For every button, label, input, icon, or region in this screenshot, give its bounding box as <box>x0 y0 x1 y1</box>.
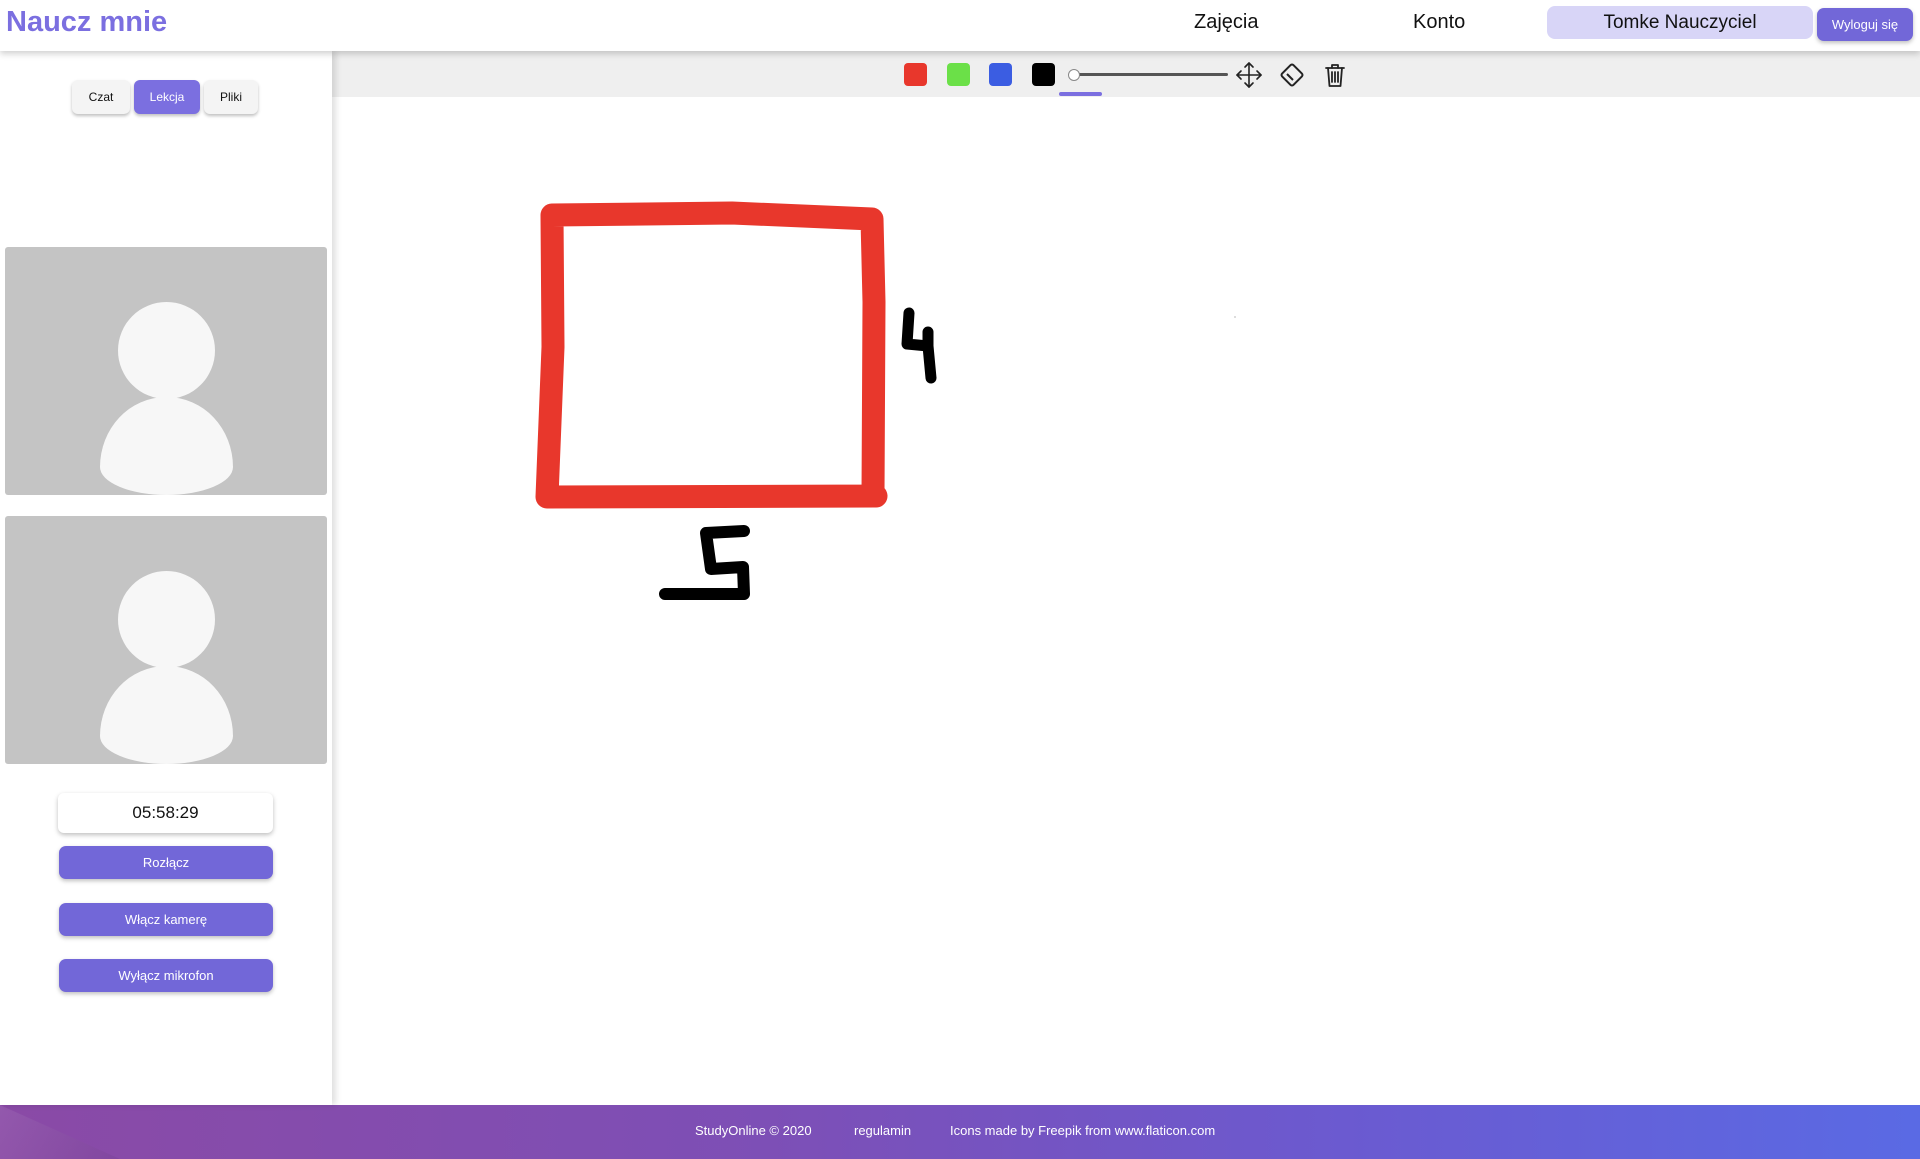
drawn-rectangle-stroke <box>535 201 888 509</box>
drawn-digit-five <box>659 525 750 600</box>
whiteboard-drawing <box>535 201 1236 600</box>
whiteboard-canvas[interactable] <box>332 97 1920 1105</box>
avatar-body-shape <box>100 397 233 495</box>
video-feed-remote <box>5 247 327 495</box>
sidebar-tabs: Czat Lekcja Pliki <box>72 80 258 114</box>
nav-konto-link[interactable]: Konto <box>1413 11 1465 34</box>
selected-color-indicator <box>1059 92 1102 96</box>
footer-attribution: Icons made by Freepik from www.flaticon.… <box>950 1123 1216 1138</box>
drawn-digit-four <box>901 307 937 384</box>
mic-toggle-button[interactable]: Wyłącz mikrofon <box>59 959 273 992</box>
canvas-dot <box>1234 316 1236 318</box>
avatar-placeholder-icon <box>118 571 215 668</box>
avatar-body-shape <box>100 666 233 764</box>
user-name-badge: Tomke Nauczyciel <box>1547 6 1813 39</box>
top-header: Naucz mnie Zajęcia Konto Tomke Nauczycie… <box>0 0 1920 51</box>
app-logo[interactable]: Naucz mnie <box>6 6 167 39</box>
color-swatch-red[interactable] <box>904 63 927 86</box>
color-swatch-blue[interactable] <box>989 63 1012 86</box>
logout-button[interactable]: Wyloguj się <box>1817 8 1913 41</box>
video-feed-local <box>5 516 327 764</box>
avatar-placeholder-icon <box>118 302 215 399</box>
eraser-icon[interactable] <box>1278 61 1306 89</box>
sidebar: Czat Lekcja Pliki 05:58:29 Rozłącz Włącz… <box>0 51 332 1105</box>
footer-terms-link[interactable]: regulamin <box>854 1123 911 1138</box>
move-icon[interactable] <box>1235 61 1263 89</box>
footer-decoration <box>0 1105 120 1159</box>
disconnect-button[interactable]: Rozłącz <box>59 846 273 879</box>
tab-czat[interactable]: Czat <box>72 80 130 114</box>
tab-pliki[interactable]: Pliki <box>204 80 258 114</box>
color-swatch-black[interactable] <box>1032 63 1055 86</box>
trash-icon[interactable] <box>1321 61 1349 89</box>
camera-toggle-button[interactable]: Włącz kamerę <box>59 903 273 936</box>
whiteboard-toolbar <box>332 51 1920 97</box>
nav-zajecia-link[interactable]: Zajęcia <box>1194 11 1258 34</box>
footer: StudyOnline © 2020 regulamin Icons made … <box>0 1105 1920 1159</box>
tab-lekcja[interactable]: Lekcja <box>134 80 200 114</box>
brush-size-slider[interactable] <box>1073 73 1228 76</box>
call-timer: 05:58:29 <box>58 793 273 833</box>
color-swatch-green[interactable] <box>947 63 970 86</box>
brush-size-slider-thumb[interactable] <box>1068 69 1080 81</box>
footer-copyright: StudyOnline © 2020 <box>695 1123 812 1138</box>
